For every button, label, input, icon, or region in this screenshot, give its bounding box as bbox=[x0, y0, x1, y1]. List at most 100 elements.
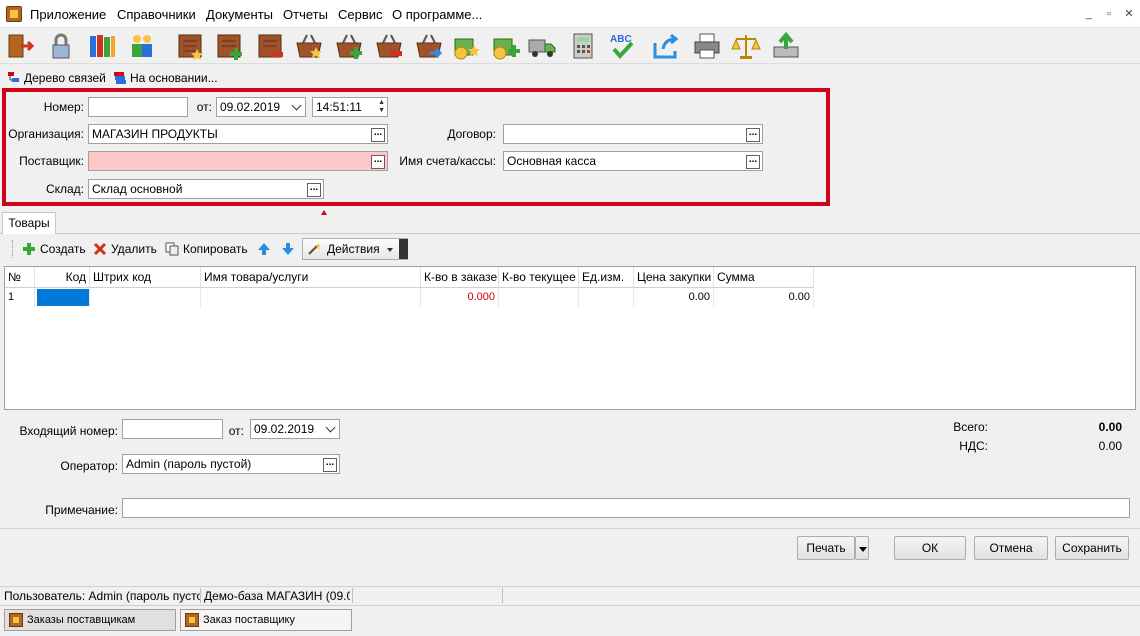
cell-barcode[interactable] bbox=[90, 288, 201, 307]
cross-icon bbox=[93, 242, 107, 256]
copy-icon bbox=[165, 242, 179, 256]
incoming-number-input[interactable] bbox=[122, 419, 223, 439]
minimize-button[interactable]: _ bbox=[1080, 6, 1098, 22]
status-user: Пользователь: Admin (пароль пусто bbox=[4, 589, 200, 603]
printer-icon[interactable] bbox=[692, 31, 722, 61]
organization-field[interactable]: МАГАЗИН ПРОДУКТЫ bbox=[88, 124, 388, 144]
note-input[interactable] bbox=[122, 498, 1130, 518]
operator-field[interactable]: Admin (пароль пустой) bbox=[122, 454, 340, 474]
contract-select-button[interactable]: ... bbox=[746, 128, 760, 142]
cell-qty-order[interactable]: 0.000 bbox=[421, 288, 499, 307]
grid-header-price[interactable]: Цена закупки bbox=[634, 267, 714, 287]
grid-header-barcode[interactable]: Штрих код bbox=[90, 267, 201, 287]
upload-icon[interactable] bbox=[771, 31, 801, 61]
tab-goods[interactable]: Товары bbox=[2, 212, 56, 234]
basket-minus-icon[interactable] bbox=[374, 31, 404, 61]
cancel-button[interactable]: Отмена bbox=[974, 536, 1048, 560]
from-label: от: bbox=[196, 100, 212, 114]
coins-add-icon[interactable] bbox=[490, 31, 520, 61]
task-supplier-order[interactable]: Заказ поставщику bbox=[180, 609, 352, 631]
operator-label: Оператор: bbox=[60, 459, 118, 473]
arrow-down-icon[interactable] bbox=[281, 242, 295, 256]
create-button[interactable]: Создать bbox=[22, 242, 86, 256]
actions-dropdown[interactable]: Действия bbox=[302, 238, 408, 260]
incoming-date-select[interactable]: 09.02.2019 bbox=[250, 419, 340, 439]
grid-header-qty-order[interactable]: К-во в заказе bbox=[421, 267, 499, 287]
task-supplier-orders[interactable]: Заказы поставщикам bbox=[4, 609, 176, 631]
actions-label: Действия bbox=[327, 242, 380, 256]
grid-header-code[interactable]: Код bbox=[35, 267, 90, 287]
books-icon[interactable] bbox=[87, 31, 117, 61]
menu-directories[interactable]: Справочники bbox=[117, 7, 196, 22]
basket-add-icon[interactable] bbox=[334, 31, 364, 61]
chevron-down-icon bbox=[291, 100, 302, 111]
save-button[interactable]: Сохранить bbox=[1055, 536, 1129, 560]
warehouse-label: Склад: bbox=[45, 182, 84, 196]
supplier-field[interactable] bbox=[88, 151, 388, 171]
doc-minus-icon[interactable] bbox=[255, 31, 285, 61]
time-spinner[interactable]: 14:51:11 ▲ ▼ bbox=[312, 97, 388, 117]
cell-price[interactable]: 0.00 bbox=[634, 288, 714, 307]
account-field[interactable]: Основная касса bbox=[503, 151, 763, 171]
account-select-button[interactable]: ... bbox=[746, 155, 760, 169]
warehouse-select-button[interactable]: ... bbox=[307, 183, 321, 197]
export-icon[interactable] bbox=[651, 31, 681, 61]
ok-button[interactable]: ОК bbox=[894, 536, 966, 560]
doc-star-icon[interactable] bbox=[175, 31, 205, 61]
organization-select-button[interactable]: ... bbox=[371, 128, 385, 142]
grid-header-unit[interactable]: Ед.изм. bbox=[579, 267, 634, 287]
header-fields-panel: Номер: от: 09.02.2019 14:51:11 ▲ ▼ Органи… bbox=[2, 88, 830, 206]
users-icon[interactable] bbox=[127, 31, 157, 61]
supplier-select-button[interactable]: ... bbox=[371, 155, 385, 169]
operator-value: Admin (пароль пустой) bbox=[126, 457, 252, 471]
arrow-up-icon[interactable] bbox=[257, 242, 271, 256]
plus-icon bbox=[22, 242, 36, 256]
dropdown-split-button[interactable] bbox=[399, 239, 408, 259]
cell-name[interactable] bbox=[201, 288, 421, 307]
print-button[interactable]: Печать bbox=[797, 536, 855, 560]
chevron-down-icon bbox=[325, 422, 336, 433]
on-basis-button[interactable]: На основании... bbox=[114, 71, 218, 85]
calculator-icon[interactable] bbox=[568, 31, 598, 61]
menu-documents[interactable]: Документы bbox=[206, 7, 273, 22]
print-dropdown-button[interactable] bbox=[855, 536, 869, 560]
copy-button[interactable]: Копировать bbox=[165, 242, 248, 256]
create-label: Создать bbox=[40, 242, 86, 256]
truck-icon[interactable] bbox=[527, 31, 557, 61]
operator-select-button[interactable]: ... bbox=[323, 458, 337, 472]
caret-down-icon bbox=[859, 547, 867, 552]
basket-star-icon[interactable] bbox=[294, 31, 324, 61]
scales-icon[interactable] bbox=[731, 31, 761, 61]
menu-service[interactable]: Сервис bbox=[338, 7, 383, 22]
menu-reports[interactable]: Отчеты bbox=[283, 7, 328, 22]
document-subbar: Дерево связей На основании... bbox=[0, 68, 1140, 88]
coins-star-icon[interactable] bbox=[451, 31, 481, 61]
grid-header-sum[interactable]: Сумма bbox=[714, 267, 814, 287]
date-select[interactable]: 09.02.2019 bbox=[216, 97, 306, 117]
close-button[interactable]: ✕ bbox=[1120, 6, 1138, 22]
document-icon bbox=[185, 613, 199, 627]
grid-header-num[interactable]: № bbox=[5, 267, 35, 287]
spinner-arrows-icon[interactable]: ▲ ▼ bbox=[378, 99, 385, 115]
contract-field[interactable] bbox=[503, 124, 763, 144]
number-label: Номер: bbox=[43, 100, 84, 114]
spellcheck-icon[interactable]: ABC bbox=[607, 31, 637, 61]
contract-label: Договор: bbox=[447, 127, 496, 141]
lock-icon[interactable] bbox=[46, 31, 76, 61]
vat-value: 0.00 bbox=[1098, 439, 1122, 453]
basket-arrow-icon[interactable] bbox=[414, 31, 444, 61]
exit-icon[interactable] bbox=[5, 31, 35, 61]
grid-header-qty-current[interactable]: К-во текущее bbox=[499, 267, 579, 287]
menu-app[interactable]: Приложение bbox=[30, 7, 106, 22]
number-input[interactable] bbox=[88, 97, 188, 117]
menu-about[interactable]: О программе... bbox=[392, 7, 482, 22]
doc-add-icon[interactable] bbox=[214, 31, 244, 61]
cell-code-selected[interactable] bbox=[37, 289, 90, 306]
cell-sum: 0.00 bbox=[714, 288, 814, 307]
warehouse-field[interactable]: Склад основной bbox=[88, 179, 324, 199]
total-label: Всего: bbox=[953, 420, 988, 434]
grid-header-name[interactable]: Имя товара/услуги bbox=[201, 267, 421, 287]
restore-button[interactable]: ▫ bbox=[1100, 6, 1118, 22]
links-tree-button[interactable]: Дерево связей bbox=[8, 71, 106, 85]
delete-button[interactable]: Удалить bbox=[93, 242, 157, 256]
